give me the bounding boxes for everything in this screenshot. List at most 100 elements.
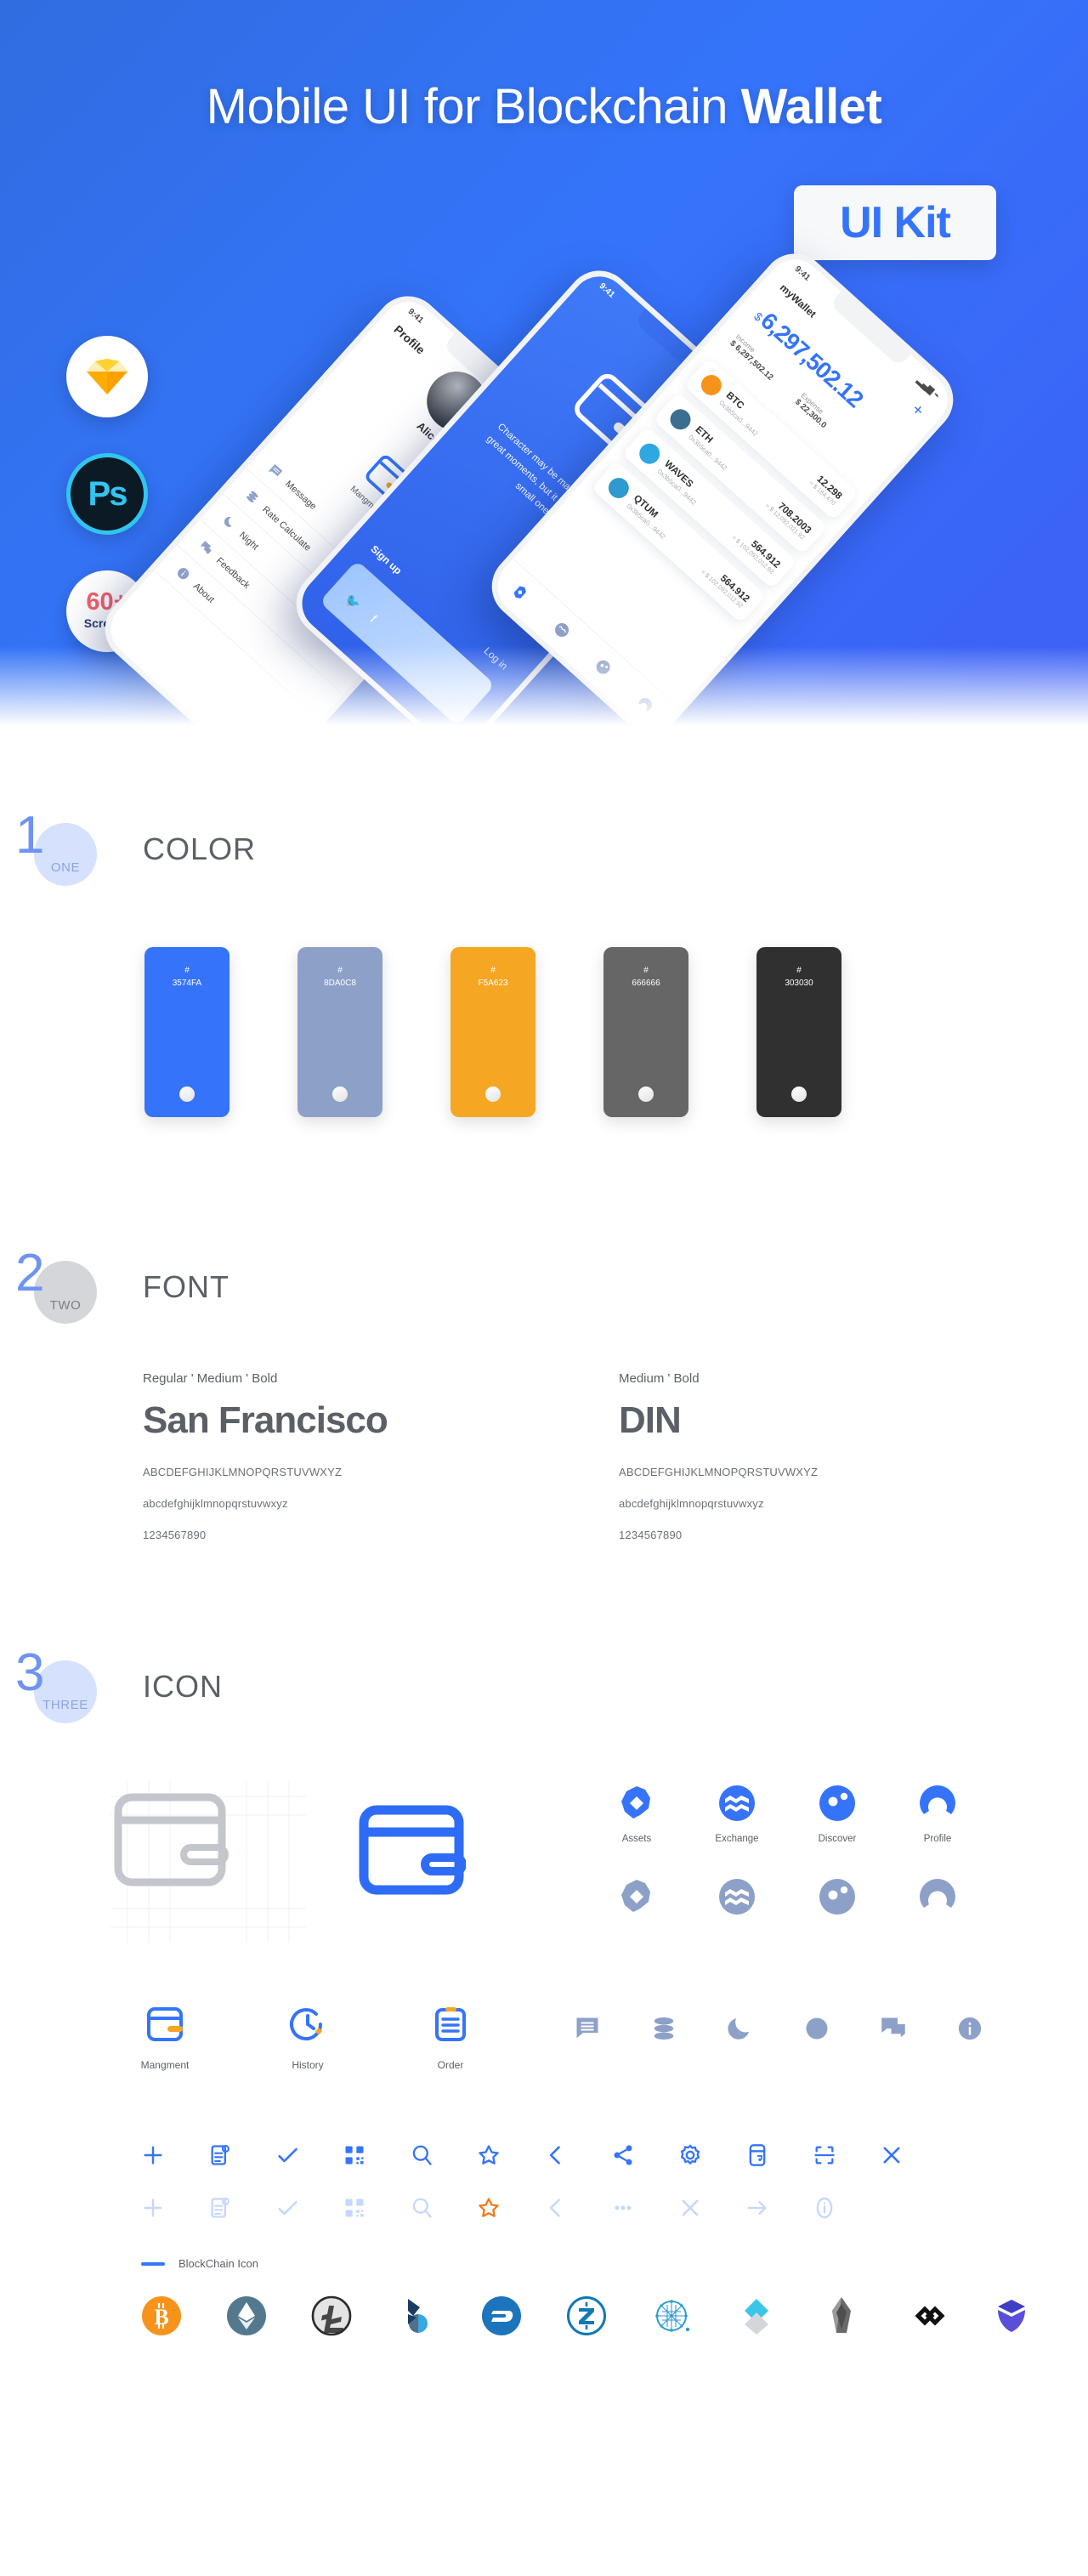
bitshares-icon[interactable] xyxy=(396,2295,437,2336)
font-section: 2 TWO FONT Regular ' Medium ' Bold San F… xyxy=(0,1247,1088,1560)
icon-showcase-row: Assets Exchange Discover Profile xyxy=(0,1773,1088,1960)
page-title: COLOR xyxy=(143,831,257,866)
hero-banner: Mobile UI for Blockchain Wallet UI Kit P… xyxy=(0,0,1088,748)
tab-discover-icon[interactable] xyxy=(592,657,614,678)
tab-icon-assets[interactable]: Assets xyxy=(610,1784,663,1844)
font-lowercase: abcdefghijklmnopqrstuvwxyz xyxy=(143,1497,288,1510)
plus-icon[interactable] xyxy=(141,2143,165,2167)
circle-icon[interactable] xyxy=(804,2016,830,2041)
star-icon[interactable] xyxy=(477,2196,501,2220)
feedback-icon xyxy=(200,541,212,554)
card-icon[interactable] xyxy=(745,2143,769,2167)
color-swatch[interactable]: #666666 xyxy=(604,947,688,1117)
tab-icon-discover-inactive[interactable] xyxy=(811,1878,864,1920)
moon-icon[interactable] xyxy=(728,2016,753,2041)
tab-icon-profile-inactive[interactable] xyxy=(911,1878,964,1920)
tab-exchange-icon[interactable] xyxy=(552,620,573,641)
qr-icon[interactable] xyxy=(343,2196,366,2220)
tab-icon-discover[interactable]: Discover xyxy=(811,1784,864,1844)
section-word: THREE xyxy=(42,1698,88,1712)
loopring-icon[interactable] xyxy=(906,2295,947,2336)
plus-icon[interactable] xyxy=(141,2196,165,2220)
function-icon-management[interactable]: Mangment xyxy=(134,2004,196,2071)
color-swatch[interactable]: #8DA0C8 xyxy=(298,947,382,1117)
function-icon-label: Mangment xyxy=(140,2059,190,2071)
tab-assets-icon[interactable] xyxy=(510,582,531,604)
litecoin-icon[interactable] xyxy=(311,2295,352,2336)
share-icon[interactable] xyxy=(611,2143,635,2167)
star-icon[interactable] xyxy=(477,2143,501,2167)
doc-settings-icon[interactable] xyxy=(208,2196,232,2220)
check-icon[interactable] xyxy=(275,2196,299,2220)
font-section-header: 2 TWO FONT xyxy=(0,1247,1088,1348)
login-button[interactable]: Log in xyxy=(482,644,510,672)
home-indicator xyxy=(179,1087,195,1102)
chat-icon[interactable] xyxy=(881,2016,906,2041)
info-outline-icon[interactable] xyxy=(813,2196,836,2220)
info-icon[interactable] xyxy=(957,2016,983,2041)
history-icon xyxy=(290,2008,322,2041)
section-marker-one: 1 ONE xyxy=(15,809,97,886)
check-icon[interactable] xyxy=(275,2143,299,2167)
doc-settings-icon[interactable] xyxy=(208,2143,232,2167)
chevron-left-icon[interactable] xyxy=(544,2196,568,2220)
profile-icon xyxy=(920,1785,955,1814)
close-icon[interactable] xyxy=(880,2143,904,2167)
tab-icon-exchange-inactive[interactable] xyxy=(711,1878,763,1920)
waves-icon[interactable] xyxy=(736,2295,777,2336)
tab-icon-profile[interactable]: Profile xyxy=(911,1784,964,1844)
message-icon xyxy=(268,463,283,477)
gear-icon[interactable] xyxy=(678,2143,702,2167)
tab-icon-label: Profile xyxy=(923,1834,952,1844)
assets-icon xyxy=(621,1786,650,1819)
qtum-icon xyxy=(604,474,633,502)
bitcoin-icon[interactable]: B xyxy=(141,2295,182,2336)
wallet-solid-icon xyxy=(359,1805,466,1895)
eos-icon[interactable] xyxy=(821,2295,862,2336)
home-indicator xyxy=(485,1087,501,1102)
color-swatch-list: #3574FA #8DA0C8 # F5A623 #666666 #303030 xyxy=(0,947,1088,1117)
database-icon[interactable] xyxy=(651,2016,677,2041)
font-column-sf: Regular ' Medium ' Bold San Francisco AB… xyxy=(143,1371,500,1560)
close-icon[interactable] xyxy=(678,2196,702,2220)
ethereum-icon xyxy=(666,405,695,434)
color-swatch[interactable]: #3574FA xyxy=(144,947,230,1117)
bitcoin-icon xyxy=(696,371,726,400)
dash-icon[interactable] xyxy=(481,2295,522,2336)
message-icon[interactable] xyxy=(575,2016,600,2041)
qtum-icon[interactable] xyxy=(651,2295,692,2336)
blockchain-icon-label: BlockChain Icon xyxy=(178,2257,258,2270)
signup-button[interactable]: Sign up xyxy=(369,543,405,577)
color-swatch[interactable]: #303030 xyxy=(756,947,842,1117)
function-icon-order[interactable]: Order xyxy=(420,2004,481,2071)
discover-icon xyxy=(819,1879,855,1915)
section-marker-two: 2 TWO xyxy=(15,1247,97,1324)
neo-icon[interactable] xyxy=(991,2295,1032,2336)
color-swatch[interactable]: # F5A623 xyxy=(450,947,536,1117)
chevron-left-icon[interactable] xyxy=(544,2143,568,2167)
arrow-right-icon[interactable] xyxy=(745,2196,769,2220)
tab-profile-icon[interactable] xyxy=(634,695,655,716)
home-indicator xyxy=(332,1087,348,1102)
search-icon[interactable] xyxy=(410,2143,434,2167)
swatch-hex: #8DA0C8 xyxy=(324,966,356,988)
swatch-hex: #666666 xyxy=(632,966,660,988)
function-icon-history[interactable]: History xyxy=(277,2004,338,2071)
tab-icon-exchange[interactable]: Exchange xyxy=(711,1784,763,1844)
icon-section: 3 THREE ICON Assets Exchange Discover Pr… xyxy=(0,1647,1088,2336)
font-digits: 1234567890 xyxy=(619,1529,683,1541)
section-marker-three: 3 THREE xyxy=(15,1647,97,1723)
qr-icon[interactable] xyxy=(343,2143,366,2167)
scan-icon[interactable] xyxy=(813,2143,836,2167)
more-icon[interactable] xyxy=(611,2196,635,2220)
search-icon[interactable] xyxy=(410,2196,434,2220)
function-icon-row: Mangment History Order xyxy=(0,2004,1088,2114)
divider-dash xyxy=(141,2261,165,2266)
section-number: 2 xyxy=(15,1244,45,1302)
wallet-outline-icon xyxy=(114,1793,229,1887)
tab-icon-assets-inactive[interactable] xyxy=(610,1878,663,1920)
zcash-icon[interactable] xyxy=(566,2295,607,2336)
status-time: 9:41 xyxy=(597,281,617,300)
ethereum-icon[interactable] xyxy=(226,2295,267,2336)
add-button[interactable]: + xyxy=(907,399,928,421)
